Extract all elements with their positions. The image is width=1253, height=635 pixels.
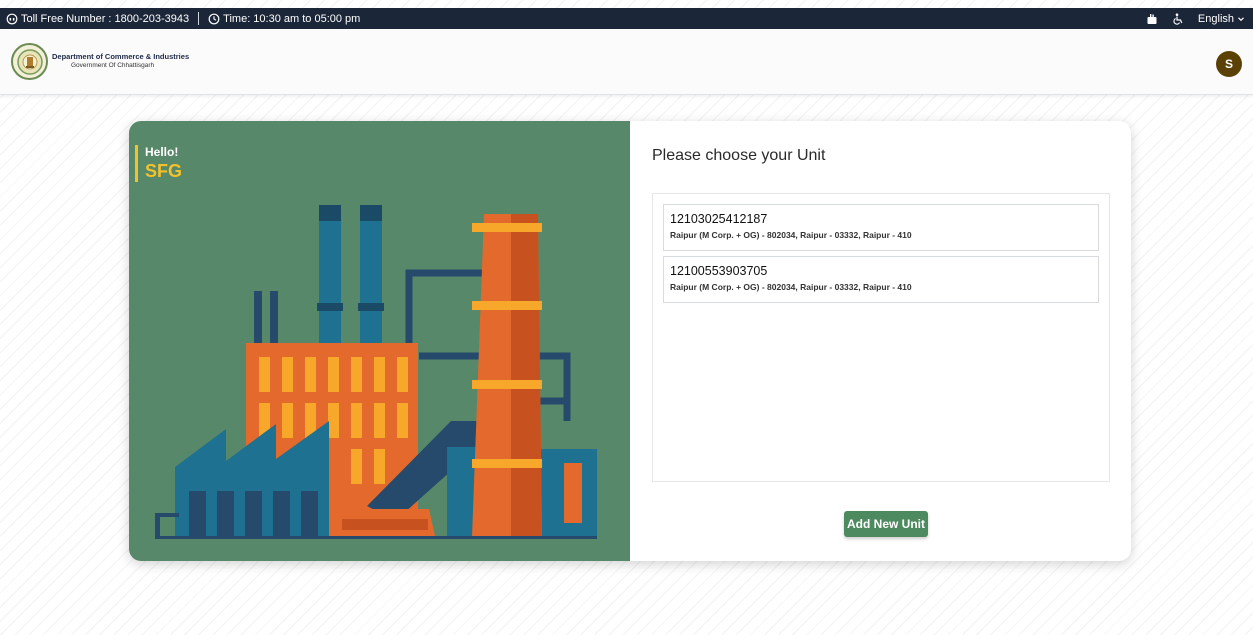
sign-language-icon[interactable] xyxy=(1146,13,1158,25)
unit-chooser-panel: Please choose your Unit 12103025412187 R… xyxy=(630,121,1131,561)
toll-free-info: Toll Free Number : 1800-203-3943 xyxy=(6,13,189,25)
office-hours-info: Time: 10:30 am to 05:00 pm xyxy=(208,13,360,25)
toll-free-number: Toll Free Number : 1800-203-3943 xyxy=(21,12,190,25)
greeting-block: Hello! SFG xyxy=(135,145,182,182)
government-name: Government Of Chhattisgarh xyxy=(71,62,155,69)
unit-address: Raipur (M Corp. + OG) - 802034, Raipur -… xyxy=(670,282,912,292)
unit-id: 12103025412187 xyxy=(670,212,768,226)
language-selector[interactable]: English xyxy=(1198,13,1245,25)
unit-id: 12100553903705 xyxy=(670,264,768,278)
user-avatar[interactable]: S xyxy=(1216,51,1242,77)
unit-selection-card: Hello! SFG Please choose your Unit 12103… xyxy=(129,121,1131,561)
user-name: SFG xyxy=(145,161,183,181)
welcome-panel: Hello! SFG xyxy=(129,121,630,561)
unit-list: 12103025412187 Raipur (M Corp. + OG) - 8… xyxy=(652,193,1110,482)
unit-address: Raipur (M Corp. + OG) - 802034, Raipur -… xyxy=(670,230,912,240)
panel-title: Please choose your Unit xyxy=(652,147,826,164)
unit-list-item[interactable]: 12100553903705 Raipur (M Corp. + OG) - 8… xyxy=(663,256,1099,303)
chevron-down-icon xyxy=(1237,15,1245,23)
add-new-unit-button[interactable]: Add New Unit xyxy=(844,511,928,537)
site-header: Department of Commerce & Industries Gove… xyxy=(0,29,1253,95)
greeting-text: Hello! xyxy=(145,145,179,159)
language-label: English xyxy=(1197,12,1234,25)
unit-list-item[interactable]: 12103025412187 Raipur (M Corp. + OG) - 8… xyxy=(663,204,1099,251)
clock-icon xyxy=(208,13,220,25)
wheelchair-icon[interactable] xyxy=(1172,12,1184,25)
top-info-bar: Toll Free Number : 1800-203-3943 Time: 1… xyxy=(0,8,1253,29)
phone-icon xyxy=(6,13,18,25)
department-name: Department of Commerce & Industries xyxy=(52,52,190,61)
factory-illustration xyxy=(155,205,597,539)
office-hours: Time: 10:30 am to 05:00 pm xyxy=(223,12,361,25)
divider xyxy=(198,12,200,25)
government-emblem-logo xyxy=(11,43,48,80)
